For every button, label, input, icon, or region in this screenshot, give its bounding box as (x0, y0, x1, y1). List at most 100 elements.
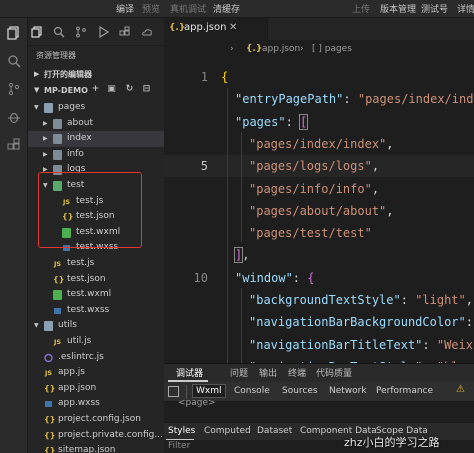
code-line[interactable]: "pages/index/index", (164, 133, 474, 155)
code-line[interactable]: 1{ (164, 66, 474, 88)
tab-wxml[interactable]: Wxml (192, 384, 226, 398)
version-manage-button[interactable]: 版本管理 (380, 2, 416, 15)
tree-item[interactable]: ▼ utils (28, 318, 164, 334)
code-line[interactable]: "navigationBarTitleText": "Weixin (164, 334, 474, 356)
tree-item[interactable]: ▶ logs (28, 162, 164, 178)
tree-item[interactable]: ▶ info (28, 147, 164, 163)
tab-network[interactable]: Network (329, 386, 367, 396)
tree-item[interactable]: test.wxss (28, 240, 164, 256)
folder-icon (53, 149, 62, 160)
tab-dataset[interactable]: Dataset (257, 426, 292, 436)
extensions-icon[interactable] (119, 26, 131, 38)
refresh-icon[interactable]: ↻ (124, 84, 135, 95)
real-device-debug-button[interactable]: 真机调试 (170, 2, 206, 15)
tab-code-quality[interactable]: 代码质量 (316, 366, 352, 379)
breadcrumb-symbol[interactable]: [ ] pages (312, 40, 352, 58)
source-control-icon[interactable] (75, 26, 87, 38)
explorer-icon[interactable] (7, 26, 21, 40)
preview-button[interactable]: 预览 (142, 2, 160, 15)
new-folder-icon[interactable]: ▣ (106, 84, 117, 95)
tree-item[interactable]: ▶ about (28, 116, 164, 132)
upload-button[interactable]: 上传 (352, 2, 370, 15)
tree-item[interactable]: test.wxml (28, 225, 164, 241)
tree-item[interactable]: ▼ test (28, 178, 164, 194)
cloud-icon[interactable] (141, 26, 153, 38)
code-text: "navigationBarTitleText": "Weixin (249, 337, 474, 352)
tree-item-label: app.wxss (58, 398, 100, 409)
folder-icon (53, 165, 62, 176)
tree-item[interactable]: {} project.config.json (28, 412, 164, 428)
tree-item[interactable]: {} test.json (28, 209, 164, 225)
chevron-down-icon[interactable]: ▼ (43, 178, 48, 193)
chevron-right-icon[interactable]: ▶ (43, 131, 48, 146)
open-editors-section[interactable]: ▶ 打开的编辑器 (28, 67, 164, 82)
test-account-button[interactable]: 测试号 (421, 2, 448, 15)
code-line[interactable]: "entryPagePath": "pages/index/index", (164, 88, 474, 110)
tab-debugger[interactable]: 调试器 (176, 366, 203, 379)
tree-item-label: info (67, 148, 84, 159)
clear-cache-button[interactable]: 清缓存 (213, 2, 240, 15)
close-icon[interactable]: ✕ (229, 22, 237, 33)
chevron-right-icon[interactable]: ▶ (43, 116, 48, 131)
chevron-right-icon[interactable]: ▶ (43, 162, 48, 177)
extensions-icon[interactable] (7, 138, 21, 152)
code-line[interactable]: "pages/about/about", (164, 200, 474, 222)
collapse-all-icon[interactable]: ⊟ (141, 84, 152, 95)
tree-item[interactable]: JS util.js (28, 334, 164, 350)
tree-item[interactable]: {} sitemap.json (28, 443, 164, 453)
tab-terminal[interactable]: 终端 (288, 366, 306, 379)
wxml-tree[interactable]: <page> (164, 398, 474, 422)
search-icon[interactable] (53, 26, 65, 38)
tree-item[interactable]: JS app.js (28, 365, 164, 381)
tree-item[interactable]: {} app.json (28, 381, 164, 397)
tree-item[interactable]: app.wxss (28, 396, 164, 412)
code-area[interactable]: 1{"entryPagePath": "pages/index/index","… (164, 66, 474, 363)
code-line[interactable]: "backgroundTextStyle": "light", (164, 289, 474, 311)
chevron-down-icon[interactable]: ▼ (34, 318, 39, 333)
tree-item[interactable]: {} test.json (28, 272, 164, 288)
tree-item-label: .eslintrc.js (58, 351, 104, 362)
project-section[interactable]: ▼ MP-DEMO + ▣ ↻ ⊟ (28, 83, 164, 98)
tab-computed[interactable]: Computed (204, 426, 251, 436)
debug-icon[interactable] (7, 110, 21, 124)
tree-item[interactable]: test.wxss (28, 303, 164, 319)
tree-item-label: utils (58, 320, 77, 331)
tree-item[interactable]: ▼ pages (28, 100, 164, 116)
code-line[interactable]: "pages": [ (164, 111, 474, 133)
details-button[interactable]: 详情 (457, 2, 474, 15)
code-line[interactable]: "pages/info/info", (164, 178, 474, 200)
explorer-icon[interactable] (31, 26, 43, 38)
line-number: 1 (200, 70, 208, 84)
code-line[interactable]: 10 "window": { (164, 267, 474, 289)
warning-icon[interactable]: ⚠ (456, 384, 465, 395)
tab-console[interactable]: Console (234, 386, 270, 396)
tab-output[interactable]: 输出 (259, 366, 277, 379)
element-picker-icon[interactable] (168, 386, 179, 397)
tab-app-json[interactable]: {.} app.json ✕ (164, 18, 268, 40)
chevron-right-icon[interactable]: ▶ (43, 147, 48, 162)
source-control-icon[interactable] (7, 82, 21, 96)
code-line[interactable]: 5 "pages/logs/logs", (164, 155, 474, 178)
breadcrumb-file[interactable]: app.json (262, 40, 300, 58)
wxml-node[interactable]: <page> (178, 398, 216, 408)
tree-item[interactable]: JS test.js (28, 194, 164, 210)
code-line[interactable]: "pages/test/test" (164, 222, 474, 244)
tree-item[interactable]: test.wxml (28, 287, 164, 303)
tree-item[interactable]: JS test.js (28, 256, 164, 272)
chevron-down-icon[interactable]: ▼ (34, 100, 39, 115)
code-line[interactable]: "navigationBarBackgroundColor": "# (164, 311, 474, 333)
tab-problems[interactable]: 问题 (230, 366, 248, 379)
new-file-icon[interactable]: + (90, 84, 101, 95)
code-text: "pages/logs/logs", (249, 159, 380, 174)
tab-styles[interactable]: Styles (168, 426, 195, 436)
code-line[interactable]: "navigationBarTextStyle": "black" (164, 356, 474, 363)
tab-performance[interactable]: Performance (376, 386, 433, 396)
tree-item[interactable]: ▶ index (28, 131, 164, 147)
tab-sources[interactable]: Sources (282, 386, 318, 396)
compile-button[interactable]: 编译 (116, 2, 134, 15)
tree-item[interactable]: {} project.private.config... (28, 428, 164, 444)
debug-icon[interactable] (97, 26, 109, 38)
tree-item[interactable]: .eslintrc.js (28, 350, 164, 366)
code-line[interactable]: ], (164, 244, 474, 266)
search-icon[interactable] (7, 54, 21, 68)
